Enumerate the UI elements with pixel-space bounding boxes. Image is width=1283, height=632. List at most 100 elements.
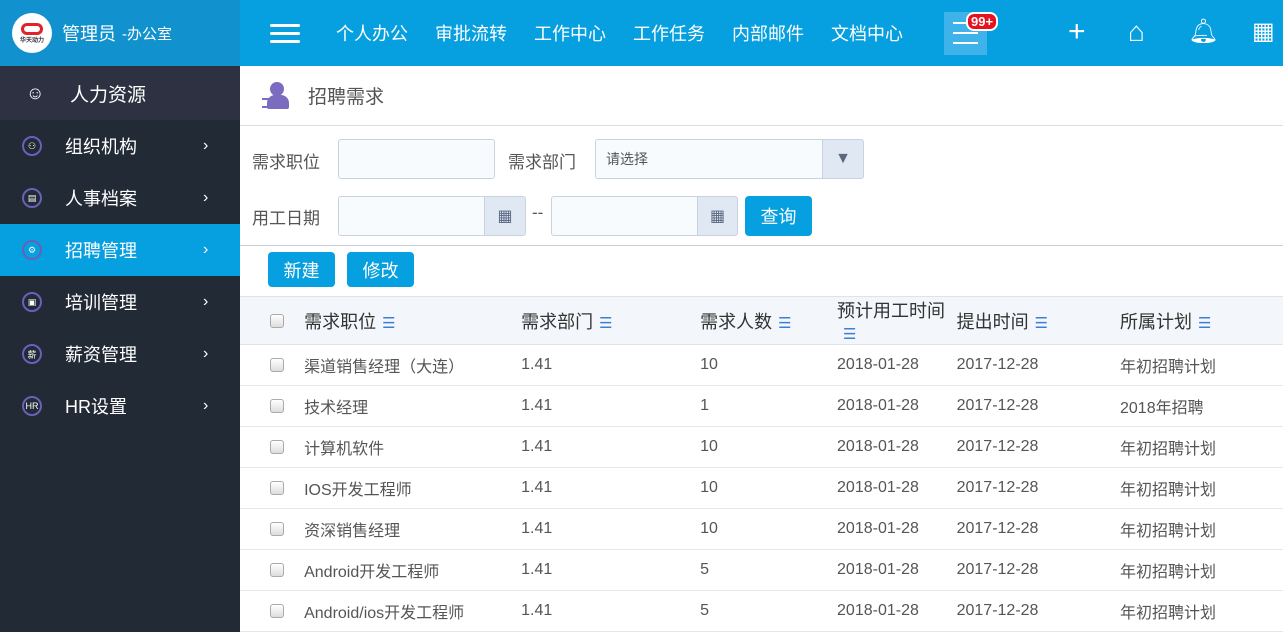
top-nav: 个人办公 审批流转 工作中心 工作任务 内部邮件 文档中心 xyxy=(336,20,930,46)
column-header[interactable]: 所属计划 ☰ xyxy=(1120,296,1283,345)
column-menu-icon[interactable]: ☰ xyxy=(1035,315,1048,332)
sidebar-item-0[interactable]: ⚇ 组织机构 › xyxy=(0,120,240,172)
org-icon: ⚇ xyxy=(22,136,42,156)
table-cell: 1.41 xyxy=(521,590,701,632)
column-header[interactable]: 需求职位 ☰ xyxy=(304,296,522,345)
table-cell: 10 xyxy=(700,467,838,509)
column-header[interactable]: 需求部门 ☰ xyxy=(521,296,701,345)
recruit-table: 需求职位 ☰ 需求部门 ☰ 需求人数 ☰ 预计用工时间☰ 提出时间 ☰ 所属计划 ☰ 渠道销售经理（… xyxy=(240,296,1283,632)
table-row[interactable]: 技术经理 1.41 1 2018-01-28 2017-12-28 2018年招聘 xyxy=(240,385,1283,427)
row-checkbox[interactable] xyxy=(270,521,284,536)
date-label: 用工日期 xyxy=(252,209,320,228)
column-menu-icon[interactable]: ☰ xyxy=(843,326,856,343)
dropdown-caret-icon[interactable]: ▼ xyxy=(822,139,864,179)
module-header[interactable]: ☺ 人力资源 xyxy=(0,66,240,120)
table-cell: 1.41 xyxy=(521,385,701,427)
user-dept: -办公室 xyxy=(122,25,172,43)
top-nav-item[interactable]: 内部邮件 xyxy=(732,24,804,44)
row-checkbox[interactable] xyxy=(270,480,284,495)
table-cell: 1.41 xyxy=(521,549,701,591)
column-header[interactable]: 提出时间 ☰ xyxy=(956,296,1120,345)
table-cell: 2018年招聘 xyxy=(1120,385,1283,427)
top-nav-item[interactable]: 工作中心 xyxy=(534,24,606,44)
table-cell: 5 xyxy=(700,590,838,632)
position-input[interactable] xyxy=(338,139,495,179)
top-nav-item[interactable]: 工作任务 xyxy=(633,24,705,44)
row-checkbox[interactable] xyxy=(270,562,284,577)
query-button[interactable]: 查询 xyxy=(745,196,812,236)
column-menu-icon[interactable]: ☰ xyxy=(599,315,612,332)
table-row[interactable]: Android开发工程师 1.41 5 2018-01-28 2017-12-28 年初招… xyxy=(240,549,1283,591)
dept-select[interactable]: 请选择 xyxy=(595,139,824,179)
table-cell: 2018-01-28 xyxy=(837,426,957,468)
row-checkbox[interactable] xyxy=(270,439,284,454)
select-all-checkbox[interactable] xyxy=(270,314,284,329)
table-row[interactable]: 资深销售经理 1.41 10 2018-01-28 2017-12-28 年初招聘计划 xyxy=(240,508,1283,550)
top-nav-item[interactable]: 审批流转 xyxy=(435,24,507,44)
notification-badge: 99+ xyxy=(966,12,999,31)
row-checkbox[interactable] xyxy=(270,398,284,413)
calendar-icon[interactable]: ▦ xyxy=(484,196,526,236)
table-cell: 2017-12-28 xyxy=(956,344,1120,386)
salary-icon: 薪 xyxy=(22,344,42,364)
table-cell: 1.41 xyxy=(521,426,701,468)
chevron-right-icon: › xyxy=(203,293,209,310)
start-date-input[interactable] xyxy=(338,196,486,236)
table-row[interactable]: Android/ios开发工程师 1.41 5 2018-01-28 2017-12-2… xyxy=(240,590,1283,632)
sidebar-item-2[interactable]: ⚙ 招聘管理 › xyxy=(0,224,240,276)
sidebar-item-3[interactable]: ▣ 培训管理 › xyxy=(0,276,240,328)
table-cell: Android开发工程师 xyxy=(304,549,522,591)
column-menu-icon[interactable]: ☰ xyxy=(382,315,395,332)
hr-icon: HR xyxy=(22,396,42,416)
user-name: 管理员 xyxy=(62,24,116,44)
top-nav-item[interactable]: 个人办公 xyxy=(336,24,408,44)
sidebar-item-4[interactable]: 薪薪资管理 › xyxy=(0,328,240,380)
collapse-sidebar-icon[interactable] xyxy=(270,19,300,48)
row-checkbox[interactable] xyxy=(270,603,284,618)
table-cell: 2018-01-28 xyxy=(837,549,957,591)
table-cell: 2018-01-28 xyxy=(837,467,957,509)
table-cell: 资深销售经理 xyxy=(304,508,522,550)
home-icon[interactable]: ⌂ xyxy=(1128,16,1145,48)
table-cell: 1.41 xyxy=(521,344,701,386)
column-menu-icon[interactable]: ☰ xyxy=(778,315,791,332)
column-header[interactable]: 预计用工时间☰ xyxy=(837,296,957,345)
brand: 华天动力 管理员 -办公室 xyxy=(0,0,240,66)
recruit-person-icon xyxy=(262,81,290,110)
chevron-right-icon: › xyxy=(203,241,209,258)
sidebar: 华天动力 管理员 -办公室 ☺ 人力资源 ⚇ 组织机构 › ▤ 人事档案 › ⚙ 招聘管理 › ▣… xyxy=(0,0,240,632)
column-header[interactable]: 需求人数 ☰ xyxy=(700,296,838,345)
page-title: 招聘需求 xyxy=(308,87,385,108)
table-cell: 计算机软件 xyxy=(304,426,522,468)
table-row[interactable]: 渠道销售经理（大连） 1.41 10 2018-01-28 2017-12-28 年初招聘… xyxy=(240,344,1283,386)
end-date-input[interactable] xyxy=(551,196,699,236)
table-cell: 1 xyxy=(700,385,838,427)
page-header: 招聘需求 xyxy=(240,66,1283,126)
top-nav-item[interactable]: 文档中心 xyxy=(831,24,903,44)
table-cell: 技术经理 xyxy=(304,385,522,427)
plus-icon[interactable]: + xyxy=(1068,16,1086,48)
table-cell: 1.41 xyxy=(521,467,701,509)
sidebar-item-5[interactable]: HR HR设置 › xyxy=(0,380,240,432)
table-cell: 2017-12-28 xyxy=(956,426,1120,468)
logo: 华天动力 xyxy=(12,13,52,53)
row-checkbox[interactable] xyxy=(270,357,284,372)
chevron-right-icon: › xyxy=(203,189,209,206)
top-bar: 个人办公 审批流转 工作中心 工作任务 内部邮件 文档中心 xyxy=(240,0,1283,66)
table-row[interactable]: 计算机软件 1.41 10 2018-01-28 2017-12-28 年初招聘计划 xyxy=(240,426,1283,468)
edit-button[interactable]: 修改 xyxy=(347,252,414,287)
calendar-icon[interactable]: ▦ xyxy=(697,196,738,236)
table-row[interactable]: IOS开发工程师 1.41 10 2018-01-28 2017-12-28 年初招聘计划 xyxy=(240,467,1283,509)
column-menu-icon[interactable]: ☰ xyxy=(1198,315,1211,332)
table-cell: 2017-12-28 xyxy=(956,508,1120,550)
dept-label: 需求部门 xyxy=(508,153,576,172)
sidebar-item-1[interactable]: ▤ 人事档案 › xyxy=(0,172,240,224)
table-cell: 10 xyxy=(700,344,838,386)
table-cell: 2017-12-28 xyxy=(956,385,1120,427)
chevron-right-icon: › xyxy=(203,137,209,154)
new-button[interactable]: 新建 xyxy=(268,252,335,287)
bell-icon[interactable]: 🔔︎ xyxy=(1188,16,1218,48)
apps-icon[interactable]: ▦ xyxy=(1252,16,1275,48)
table-cell: 2018-01-28 xyxy=(837,385,957,427)
training-card-icon: ▣ xyxy=(22,292,42,312)
